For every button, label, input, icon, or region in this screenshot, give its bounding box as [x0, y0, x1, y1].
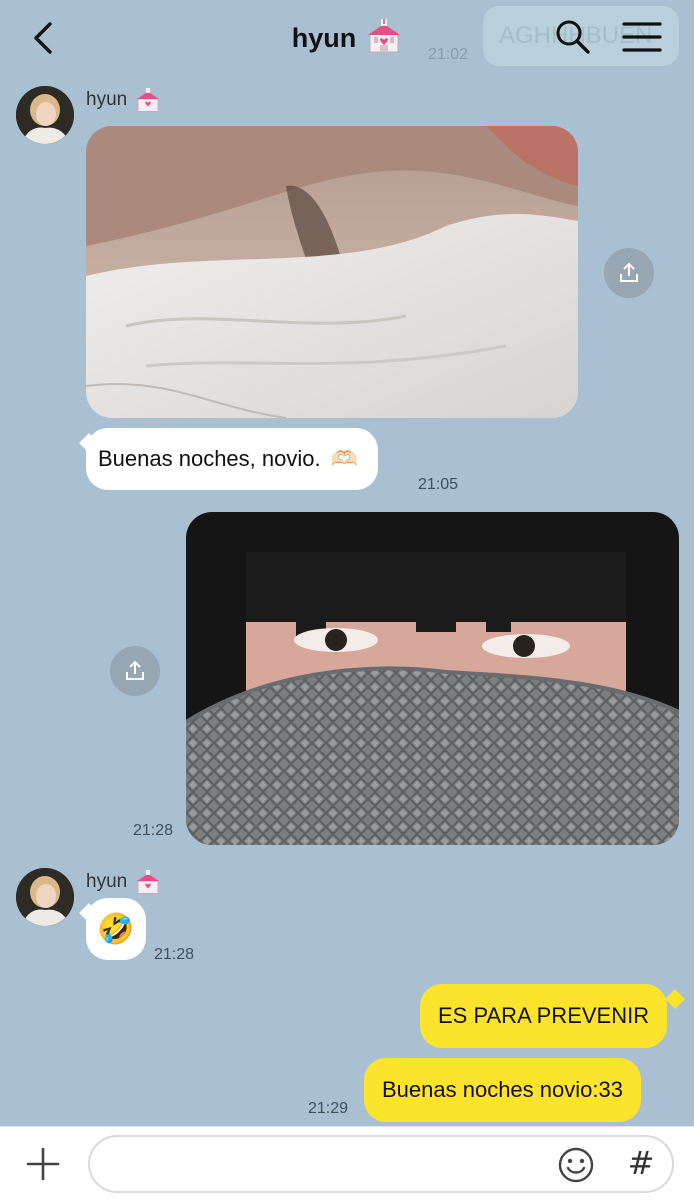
chapel-icon — [136, 870, 160, 894]
chat-title: hyun — [291, 22, 357, 53]
menu-button[interactable] — [622, 20, 662, 54]
heart-hands-emoji: 🫶🏻 — [330, 446, 359, 472]
chat-header: AGHHHBUEN 21:02 hyun — [0, 0, 694, 74]
message-text: Buenas noches, novio. — [98, 446, 321, 471]
share-upload-icon — [620, 262, 638, 282]
message-text: Buenas noches novio:33 — [382, 1077, 623, 1102]
rofl-emoji: 🤣 — [97, 911, 135, 947]
hamburger-menu-icon — [622, 22, 662, 52]
search-icon — [556, 20, 590, 54]
plus-icon — [26, 1147, 60, 1181]
photo-blanket-selfie-image — [186, 512, 679, 845]
message-timestamp: 21:28 — [133, 822, 174, 839]
attach-button[interactable] — [24, 1145, 62, 1183]
share-upload-icon — [126, 660, 144, 680]
sender-label: hyun — [86, 870, 161, 894]
sender-name: hyun — [86, 871, 128, 892]
hashtag-button[interactable]: # — [624, 1143, 658, 1183]
incoming-message-bubble[interactable]: Buenas noches, novio. 🫶🏻 — [86, 428, 379, 490]
share-photo-button[interactable] — [604, 248, 654, 298]
incoming-emoji-bubble[interactable]: 🤣 — [86, 898, 146, 960]
photo-bedding-image — [86, 126, 578, 418]
outgoing-message-bubble[interactable]: Buenas noches novio:33 — [364, 1058, 641, 1122]
chat-screen: AGHHHBUEN 21:02 hyun hyun Buenas noches,… — [0, 0, 694, 1200]
chapel-icon — [368, 18, 401, 52]
avatar[interactable] — [16, 868, 74, 926]
outgoing-message-bubble[interactable]: ES PARA PREVENIR — [420, 984, 668, 1048]
message-input-bar: # — [0, 1126, 694, 1200]
emoji-button[interactable] — [556, 1145, 596, 1185]
avatar[interactable] — [16, 86, 74, 144]
smiley-icon — [558, 1147, 594, 1183]
share-photo-button[interactable] — [110, 646, 160, 696]
outgoing-photo[interactable] — [186, 512, 679, 845]
sender-name: hyun — [86, 89, 128, 110]
chapel-icon — [136, 88, 160, 112]
message-text: ES PARA PREVENIR — [438, 1003, 650, 1028]
avatar-photo — [16, 86, 74, 144]
search-button[interactable] — [554, 18, 592, 56]
message-timestamp: 21:28 — [154, 946, 195, 963]
bubble-tail — [665, 989, 685, 1009]
sender-label: hyun — [86, 88, 161, 112]
message-timestamp: 21:29 — [308, 1100, 349, 1117]
message-timestamp: 21:05 — [418, 476, 459, 493]
avatar-photo — [16, 868, 74, 926]
title-chapel-emoji — [366, 18, 402, 58]
incoming-photo[interactable] — [86, 126, 578, 418]
